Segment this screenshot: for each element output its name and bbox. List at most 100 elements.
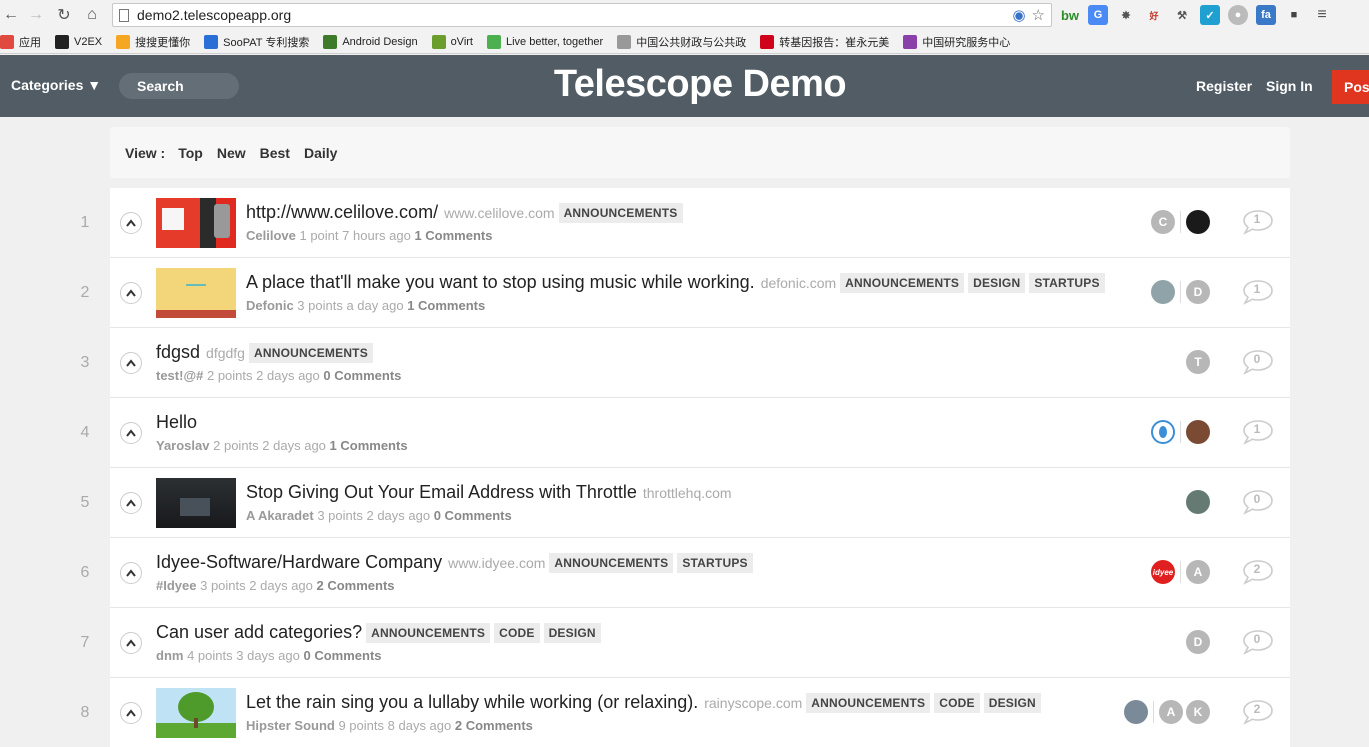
menu-icon[interactable]: ≡	[1312, 5, 1332, 25]
post-author[interactable]: test!@#	[156, 368, 203, 383]
category-tag[interactable]: ANNOUNCEMENTS	[558, 202, 683, 223]
view-option-best[interactable]: Best	[260, 145, 290, 161]
post-thumbnail[interactable]	[156, 688, 236, 738]
upvote-button[interactable]	[120, 282, 142, 304]
bookmark-item[interactable]: oVirt	[431, 35, 473, 49]
fa-extension-icon[interactable]: fa	[1256, 5, 1276, 25]
category-tag[interactable]: DESIGN	[968, 272, 1026, 293]
post-title-link[interactable]: http://www.celilove.com/	[246, 202, 438, 223]
view-option-top[interactable]: Top	[178, 145, 203, 161]
post-time[interactable]: 3 days ago	[236, 648, 300, 663]
bookmark-item[interactable]: 中国公共财政与公共政	[617, 34, 746, 50]
user-avatar[interactable]: D	[1186, 280, 1210, 304]
post-author[interactable]: dnm	[156, 648, 183, 663]
post-title-link[interactable]: Stop Giving Out Your Email Address with …	[246, 482, 637, 503]
post-title-link[interactable]: fdgsd	[156, 342, 200, 363]
bw-extension-icon[interactable]: bw	[1060, 5, 1080, 25]
globe-extension-icon[interactable]: ●	[1228, 5, 1248, 25]
category-tag[interactable]: ANNOUNCEMENTS	[806, 692, 931, 713]
post-comments-link[interactable]: 1 Comments	[414, 228, 492, 243]
comment-count-bubble[interactable]: 2	[1242, 559, 1274, 585]
translate-icon[interactable]: ◉	[1012, 6, 1025, 24]
post-comments-link[interactable]: 0 Comments	[434, 508, 512, 523]
category-tag[interactable]: CODE	[494, 622, 540, 643]
upvote-button[interactable]	[120, 212, 142, 234]
user-avatar[interactable]	[1186, 210, 1210, 234]
post-thumbnail[interactable]	[156, 198, 236, 248]
view-option-daily[interactable]: Daily	[304, 145, 337, 161]
post-author[interactable]: Celilove	[246, 228, 296, 243]
post-comments-link[interactable]: 2 Comments	[455, 718, 533, 733]
post-author[interactable]: Defonic	[246, 298, 294, 313]
url-text[interactable]: demo2.telescopeapp.org	[137, 7, 291, 23]
post-comments-link[interactable]: 0 Comments	[323, 368, 401, 383]
view-option-new[interactable]: New	[217, 145, 246, 161]
bookmark-item[interactable]: 中国研究服务中心	[903, 34, 1010, 50]
comment-count-bubble[interactable]: 0	[1242, 349, 1274, 375]
bookmark-item[interactable]: 转基因报告：崔永元美	[760, 34, 889, 50]
reload-icon[interactable]: ↻	[53, 4, 75, 26]
comment-count-bubble[interactable]: 1	[1242, 279, 1274, 305]
register-link[interactable]: Register	[1196, 78, 1252, 94]
post-time[interactable]: 2 days ago	[366, 508, 430, 523]
site-title[interactable]: Telescope Demo	[0, 63, 1369, 106]
bug-extension-icon[interactable]: ✸	[1116, 5, 1136, 25]
post-time[interactable]: 2 days ago	[262, 438, 326, 453]
post-time[interactable]: 8 days ago	[388, 718, 452, 733]
category-tag[interactable]: DESIGN	[983, 692, 1041, 713]
post-author[interactable]: #Idyee	[156, 578, 196, 593]
user-avatar[interactable]	[1186, 420, 1210, 444]
upvote-button[interactable]	[120, 422, 142, 444]
bookmark-item[interactable]: 应用	[0, 34, 41, 50]
post-time[interactable]: a day ago	[346, 298, 403, 313]
user-avatar[interactable]: D	[1186, 630, 1210, 654]
category-tag[interactable]: CODE	[934, 692, 980, 713]
post-time[interactable]: 2 days ago	[256, 368, 320, 383]
post-title-link[interactable]: Idyee-Software/Hardware Company	[156, 552, 442, 573]
user-avatar[interactable]	[1151, 280, 1175, 304]
comment-count-bubble[interactable]: 0	[1242, 629, 1274, 655]
post-title-link[interactable]: Let the rain sing you a lullaby while wo…	[246, 692, 698, 713]
post-comments-link[interactable]: 0 Comments	[303, 648, 381, 663]
post-author[interactable]: Yaroslav	[156, 438, 210, 453]
upvote-button[interactable]	[120, 492, 142, 514]
user-avatar[interactable]: C	[1151, 210, 1175, 234]
bookmark-item[interactable]: SooPAT 专利搜索	[204, 34, 309, 50]
comment-count-bubble[interactable]: 0	[1242, 489, 1274, 515]
check-extension-icon[interactable]: ✓	[1200, 5, 1220, 25]
user-avatar[interactable]: A	[1186, 560, 1210, 584]
evernote-extension-icon[interactable]: ■	[1284, 5, 1304, 25]
back-arrow-icon[interactable]: ←	[0, 4, 22, 26]
bookmark-item[interactable]: Android Design	[323, 35, 418, 49]
post-title-link[interactable]: Can user add categories?	[156, 622, 362, 643]
post-comments-link[interactable]: 2 Comments	[317, 578, 395, 593]
post-title-link[interactable]: Hello	[156, 412, 197, 433]
upvote-button[interactable]	[120, 702, 142, 724]
user-avatar[interactable]: K	[1186, 700, 1210, 724]
signin-link[interactable]: Sign In	[1266, 78, 1313, 94]
user-avatar[interactable]: T	[1186, 350, 1210, 374]
category-tag[interactable]: DESIGN	[543, 622, 601, 643]
post-thumbnail[interactable]	[156, 478, 236, 528]
upvote-button[interactable]	[120, 352, 142, 374]
comment-count-bubble[interactable]: 1	[1242, 419, 1274, 445]
post-author[interactable]: Hipster Sound	[246, 718, 335, 733]
category-tag[interactable]: STARTUPS	[1029, 272, 1105, 293]
star-icon[interactable]: ☆	[1032, 6, 1045, 24]
user-avatar[interactable]	[1186, 490, 1210, 514]
category-tag[interactable]: ANNOUNCEMENTS	[366, 622, 491, 643]
forward-arrow-icon[interactable]: →	[25, 4, 47, 26]
upvote-button[interactable]	[120, 632, 142, 654]
bookmark-item[interactable]: 搜搜更懂你	[116, 34, 190, 50]
post-author[interactable]: A Akaradet	[246, 508, 314, 523]
post-comments-link[interactable]: 1 Comments	[407, 298, 485, 313]
home-icon[interactable]: ⌂	[81, 4, 103, 26]
comment-count-bubble[interactable]: 2	[1242, 699, 1274, 725]
user-avatar[interactable]	[1151, 420, 1175, 444]
post-time[interactable]: 2 days ago	[249, 578, 313, 593]
post-thumbnail[interactable]	[156, 268, 236, 318]
category-tag[interactable]: ANNOUNCEMENTS	[549, 552, 674, 573]
wrench-extension-icon[interactable]: ⚒	[1172, 5, 1192, 25]
post-title-link[interactable]: A place that'll make you want to stop us…	[246, 272, 755, 293]
user-avatar[interactable]: idyee	[1151, 560, 1175, 584]
